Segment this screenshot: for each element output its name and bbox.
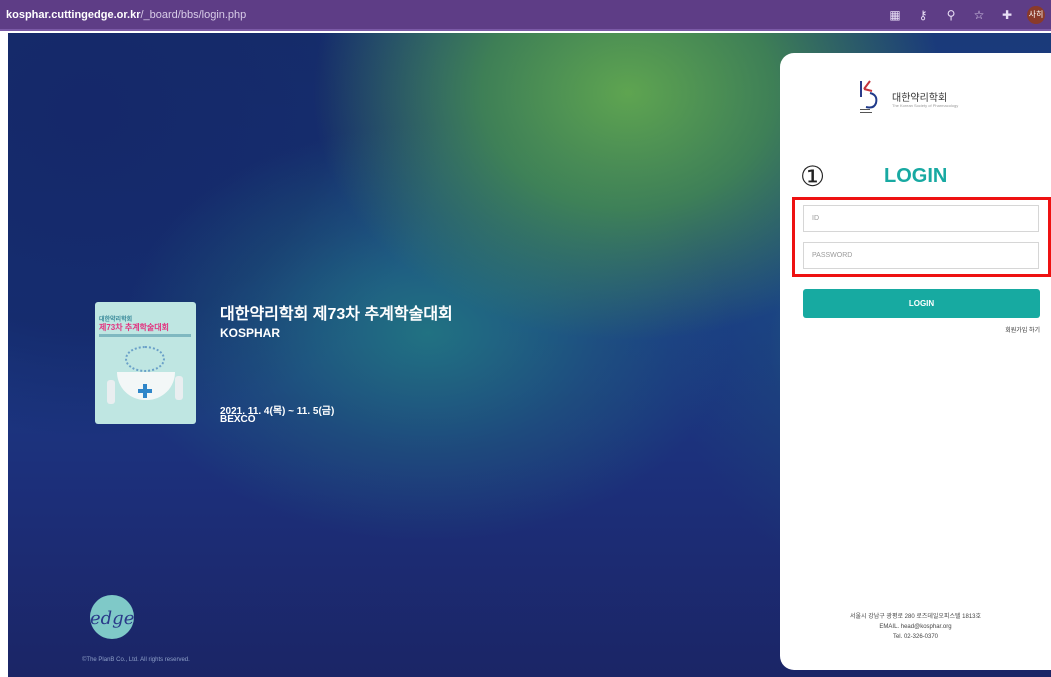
email-text: EMAIL. head@kosphar.org bbox=[879, 624, 952, 630]
browser-icons: ▦ ⚷ ⚲ ☆ ✚ 사히 bbox=[887, 6, 1045, 24]
zoom-icon[interactable]: ⚲ bbox=[943, 7, 959, 23]
medical-cross-icon bbox=[138, 384, 152, 398]
address-text: 서울시 강남구 광평로 280 로즈데일오피스텔 1813호 bbox=[849, 614, 982, 620]
qr-code-icon[interactable]: ▦ bbox=[887, 7, 903, 23]
copyright: ©The PlanB Co., Ltd. All rights reserved… bbox=[82, 657, 190, 663]
login-panel: 대한약리학회 The Korean Society of Pharmacolog… bbox=[780, 53, 1051, 670]
tel-text: Tel. 02-326-0370 bbox=[892, 634, 939, 640]
step-marker: ① bbox=[800, 160, 826, 193]
id-input[interactable] bbox=[803, 205, 1039, 232]
page-left-margin bbox=[0, 31, 8, 677]
edge-logo-text: edge bbox=[90, 608, 134, 629]
contact-info: 서울시 강남구 광평로 280 로즈데일오피스텔 1813호 EMAIL. he… bbox=[780, 612, 1051, 642]
society-subtitle: The Korean Society of Pharmacology bbox=[892, 103, 959, 108]
url-host: kosphar.cuttingedge.or.kr bbox=[6, 8, 141, 21]
star-icon[interactable]: ☆ bbox=[971, 7, 987, 23]
login-button[interactable]: LOGIN bbox=[803, 289, 1040, 318]
doctor-figure-icon bbox=[175, 376, 183, 400]
signup-link[interactable]: 회원가입 하기 bbox=[1005, 325, 1040, 334]
extensions-icon[interactable]: ✚ bbox=[999, 7, 1015, 23]
address-bar[interactable]: kosphar.cuttingedge.or.kr/_board/bbs/log… bbox=[6, 9, 246, 21]
poster-title: 제73차 추계학술대회 bbox=[99, 323, 170, 332]
url-path: /_board/bbs/login.php bbox=[140, 8, 247, 21]
password-input[interactable] bbox=[803, 242, 1039, 269]
profile-avatar[interactable]: 사히 bbox=[1027, 6, 1045, 24]
event-venue: BEXCO bbox=[220, 414, 256, 425]
key-icon[interactable]: ⚷ bbox=[915, 7, 931, 23]
edge-logo: edge bbox=[90, 595, 134, 639]
event-title: 대한약리학회 제73차 추계학술대회 bbox=[220, 306, 453, 323]
browser-toolbar: kosphar.cuttingedge.or.kr/_board/bbs/log… bbox=[0, 0, 1051, 31]
login-heading: LOGIN bbox=[884, 165, 948, 187]
dna-icon bbox=[125, 346, 165, 372]
poster-subtitle-line bbox=[99, 334, 191, 337]
event-org: KOSPHAR bbox=[220, 326, 281, 340]
doctor-figure-icon bbox=[107, 380, 115, 404]
society-name: 대한약리학회 bbox=[892, 93, 948, 104]
event-poster: 대한약리학회 제73차 추계학술대회 bbox=[95, 302, 196, 424]
